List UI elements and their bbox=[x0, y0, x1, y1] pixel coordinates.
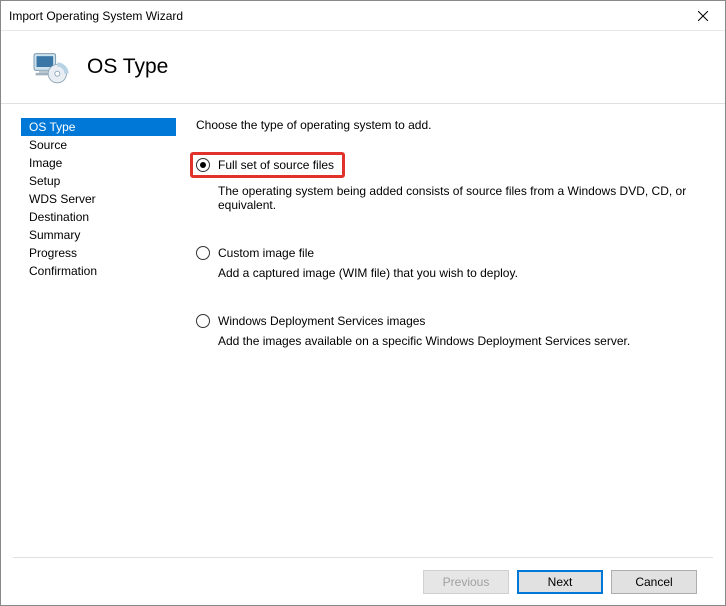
sidebar-item-label: Confirmation bbox=[29, 264, 97, 278]
option-full-source: Full set of source files The operating s… bbox=[196, 152, 703, 212]
sidebar-item-destination[interactable]: Destination bbox=[21, 208, 176, 226]
sidebar-item-label: Image bbox=[29, 156, 62, 170]
close-icon bbox=[698, 11, 708, 21]
titlebar: Import Operating System Wizard bbox=[1, 1, 725, 31]
sidebar-item-label: Setup bbox=[29, 174, 60, 188]
content-prompt: Choose the type of operating system to a… bbox=[196, 118, 703, 132]
option-highlight: Full set of source files bbox=[190, 152, 345, 178]
option-wds-images: Windows Deployment Services images Add t… bbox=[196, 314, 703, 348]
previous-button: Previous bbox=[423, 570, 509, 594]
option-desc: Add the images available on a specific W… bbox=[218, 334, 703, 348]
sidebar-item-label: Summary bbox=[29, 228, 80, 242]
sidebar-item-wds-server[interactable]: WDS Server bbox=[21, 190, 176, 208]
radio-full-source[interactable] bbox=[196, 158, 210, 172]
option-label: Windows Deployment Services images bbox=[218, 314, 425, 328]
cancel-button[interactable]: Cancel bbox=[611, 570, 697, 594]
sidebar-item-label: OS Type bbox=[29, 120, 75, 134]
next-button[interactable]: Next bbox=[517, 570, 603, 594]
close-button[interactable] bbox=[680, 1, 725, 31]
option-custom-image: Custom image file Add a captured image (… bbox=[196, 246, 703, 280]
option-desc: The operating system being added consist… bbox=[218, 184, 703, 212]
wizard-content: Choose the type of operating system to a… bbox=[176, 118, 725, 557]
sidebar-item-label: Source bbox=[29, 138, 67, 152]
sidebar-item-image[interactable]: Image bbox=[21, 154, 176, 172]
sidebar-item-label: WDS Server bbox=[29, 192, 96, 206]
os-cd-icon bbox=[29, 47, 69, 87]
radio-wds-images[interactable] bbox=[196, 314, 210, 328]
sidebar-item-confirmation[interactable]: Confirmation bbox=[21, 262, 176, 280]
option-desc: Add a captured image (WIM file) that you… bbox=[218, 266, 703, 280]
sidebar-item-source[interactable]: Source bbox=[21, 136, 176, 154]
wizard-body: OS Type Source Image Setup WDS Server De… bbox=[1, 104, 725, 557]
sidebar-item-label: Progress bbox=[29, 246, 77, 260]
wizard-sidebar: OS Type Source Image Setup WDS Server De… bbox=[1, 118, 176, 557]
sidebar-item-setup[interactable]: Setup bbox=[21, 172, 176, 190]
sidebar-item-label: Destination bbox=[29, 210, 89, 224]
window-title: Import Operating System Wizard bbox=[9, 9, 183, 23]
sidebar-item-summary[interactable]: Summary bbox=[21, 226, 176, 244]
option-label: Full set of source files bbox=[218, 158, 334, 172]
radio-custom-image[interactable] bbox=[196, 246, 210, 260]
wizard-header: OS Type bbox=[1, 31, 725, 103]
wizard-window: Import Operating System Wizard OS Type O… bbox=[0, 0, 726, 606]
sidebar-item-os-type[interactable]: OS Type bbox=[21, 118, 176, 136]
option-label: Custom image file bbox=[218, 246, 314, 260]
wizard-footer: Previous Next Cancel bbox=[13, 557, 713, 605]
sidebar-item-progress[interactable]: Progress bbox=[21, 244, 176, 262]
page-title: OS Type bbox=[87, 55, 168, 79]
